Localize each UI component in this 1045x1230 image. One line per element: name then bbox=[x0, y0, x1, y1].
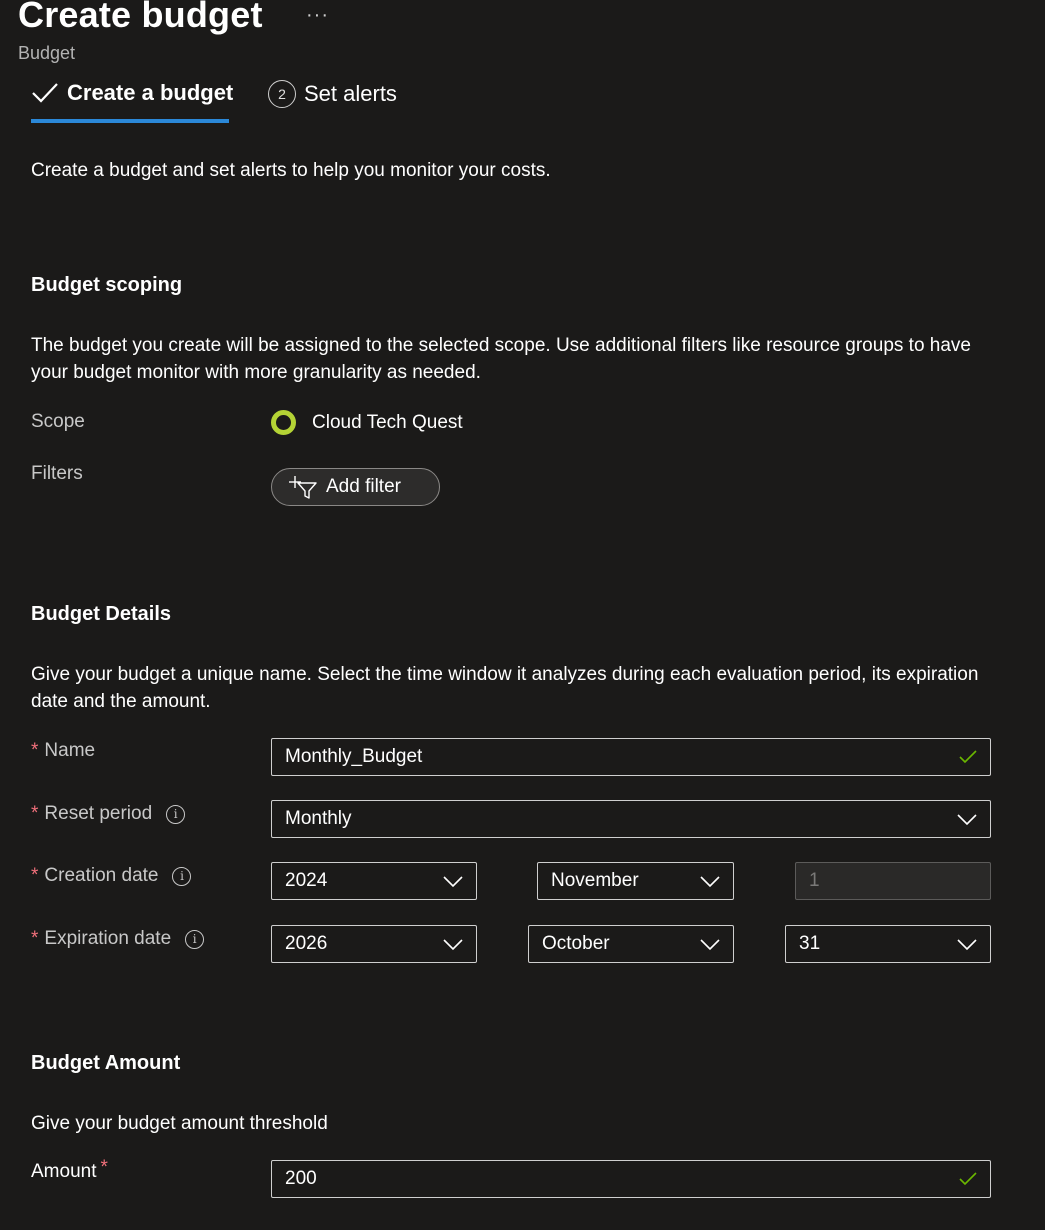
expiration-date-label: * Expiration date i bbox=[31, 928, 205, 950]
tab-label: Set alerts bbox=[304, 81, 397, 106]
scope-value[interactable]: Cloud Tech Quest bbox=[271, 410, 463, 435]
creation-month-value: November bbox=[551, 870, 639, 891]
expiration-month-value: October bbox=[542, 933, 610, 954]
info-icon[interactable]: i bbox=[172, 866, 192, 886]
chevron-down-icon bbox=[700, 939, 720, 951]
filters-label-text: Filters bbox=[31, 463, 83, 484]
chevron-down-icon bbox=[443, 876, 463, 888]
active-tab-indicator bbox=[31, 119, 229, 123]
step-number-icon: 2 bbox=[268, 80, 296, 108]
expiration-day-value: 31 bbox=[799, 933, 821, 954]
required-indicator: * bbox=[31, 865, 39, 886]
info-icon[interactable]: i bbox=[166, 804, 186, 824]
add-filter-button[interactable]: Add filter bbox=[271, 468, 440, 506]
required-indicator: * bbox=[100, 1157, 108, 1178]
amount-label-text: Amount bbox=[31, 1161, 97, 1182]
scoping-description: The budget you create will be assigned t… bbox=[31, 335, 971, 383]
section-title-budget-amount: Budget Amount bbox=[31, 1052, 181, 1074]
scope-name: Cloud Tech Quest bbox=[312, 411, 463, 433]
creation-date-label: * Creation date i bbox=[31, 865, 192, 887]
tab-create-a-budget[interactable]: Create a budget bbox=[31, 80, 233, 106]
reset-period-value: Monthly bbox=[285, 808, 352, 829]
amount-value: 200 bbox=[285, 1168, 317, 1189]
intro-text: Create a budget and set alerts to help y… bbox=[31, 160, 551, 181]
management-group-icon bbox=[271, 410, 296, 435]
expiration-month-select[interactable]: October bbox=[528, 925, 734, 963]
chevron-down-icon bbox=[957, 814, 977, 826]
name-label: * Name bbox=[31, 740, 95, 762]
chevron-down-icon bbox=[700, 876, 720, 888]
section-title-budget-details: Budget Details bbox=[31, 603, 172, 625]
chevron-down-icon bbox=[443, 939, 463, 951]
tab-label: Create a budget bbox=[67, 80, 234, 105]
creation-date-label-text: Creation date bbox=[44, 865, 159, 886]
expiration-year-select[interactable]: 2026 bbox=[271, 925, 477, 963]
creation-year-value: 2024 bbox=[285, 870, 328, 891]
budget-name-input[interactable]: Monthly_Budget bbox=[271, 738, 991, 776]
expiration-day-select[interactable]: 31 bbox=[785, 925, 991, 963]
required-indicator: * bbox=[31, 740, 39, 761]
amount-input[interactable]: 200 bbox=[271, 1160, 991, 1198]
checkmark-icon bbox=[32, 83, 58, 103]
amount-label: Amount * bbox=[31, 1157, 108, 1183]
creation-day-value: 1 bbox=[809, 870, 820, 891]
budget-name-value: Monthly_Budget bbox=[285, 746, 423, 767]
required-indicator: * bbox=[31, 803, 39, 824]
info-icon[interactable]: i bbox=[185, 929, 205, 949]
details-description: Give your budget a unique name. Select t… bbox=[31, 664, 979, 712]
tab-set-alerts[interactable]: 2 Set alerts bbox=[268, 80, 397, 108]
page-subtitle: Budget bbox=[18, 43, 76, 63]
valid-check-icon bbox=[959, 1172, 977, 1186]
required-indicator: * bbox=[31, 928, 39, 949]
amount-description: Give your budget amount threshold bbox=[31, 1113, 328, 1134]
reset-period-label-text: Reset period bbox=[44, 803, 153, 824]
expiration-date-label-text: Expiration date bbox=[44, 928, 172, 949]
expiration-year-value: 2026 bbox=[285, 933, 328, 954]
scope-label: Scope bbox=[31, 411, 85, 433]
reset-period-select[interactable]: Monthly bbox=[271, 800, 991, 838]
scope-label-text: Scope bbox=[31, 411, 85, 432]
chevron-down-icon bbox=[957, 939, 977, 951]
more-options-icon[interactable]: ··· bbox=[306, 4, 329, 27]
section-title-budget-scoping: Budget scoping bbox=[31, 274, 183, 296]
reset-period-label: * Reset period i bbox=[31, 803, 186, 825]
creation-month-select[interactable]: November bbox=[537, 862, 734, 900]
name-label-text: Name bbox=[44, 740, 96, 761]
creation-year-select[interactable]: 2024 bbox=[271, 862, 477, 900]
creation-day-field: 1 bbox=[795, 862, 991, 900]
add-filter-label: Add filter bbox=[326, 476, 401, 497]
page-title: Create budget bbox=[18, 0, 263, 35]
valid-check-icon bbox=[959, 750, 977, 764]
filters-label: Filters bbox=[31, 463, 83, 485]
add-filter-icon bbox=[289, 476, 317, 499]
